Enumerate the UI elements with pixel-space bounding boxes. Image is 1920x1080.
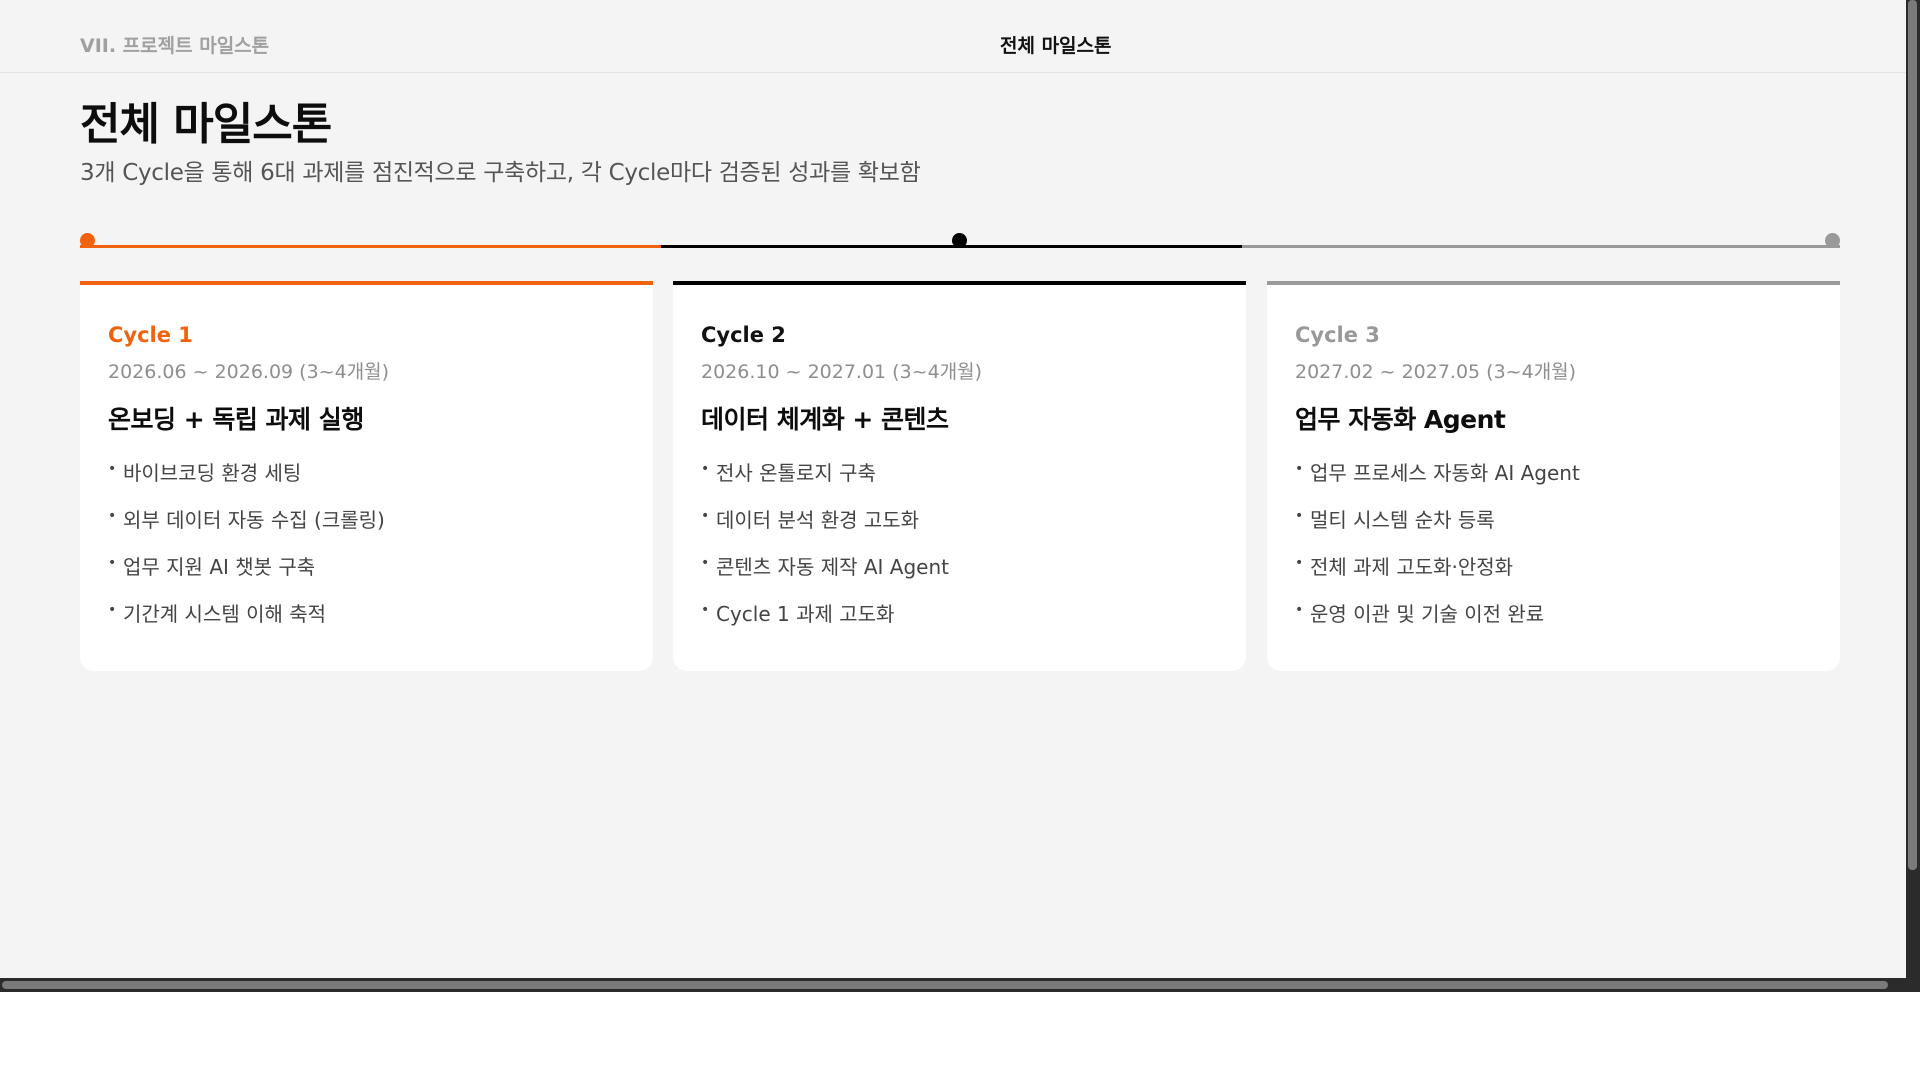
list-item: • 전사 온톨로지 구축 xyxy=(701,457,949,504)
list-item: • 데이터 분석 환경 고도화 xyxy=(701,504,949,551)
cycle-card-2: Cycle 2 2026.10 ~ 2027.01 (3~4개월) 데이터 체계… xyxy=(673,281,1246,671)
bullet-icon: • xyxy=(108,508,117,524)
cycle-label: Cycle 2 xyxy=(701,323,786,347)
cycle-heading: 데이터 체계화 + 콘텐츠 xyxy=(701,405,949,434)
cycle-period: 2026.06 ~ 2026.09 (3~4개월) xyxy=(108,361,390,383)
bullet-icon: • xyxy=(701,461,710,477)
list-item: • 업무 프로세스 자동화 AI Agent xyxy=(1295,457,1580,504)
list-item: • 바이브코딩 환경 세팅 xyxy=(108,457,385,504)
page-subtitle: 3개 Cycle을 통해 6대 과제를 점진적으로 구축하고, 각 Cycle마… xyxy=(80,160,921,186)
bullet-icon: • xyxy=(108,461,117,477)
cycle-task-list: • 바이브코딩 환경 세팅 • 외부 데이터 자동 수집 (크롤링) • 업무 지원 … xyxy=(108,457,385,645)
list-item-text: 전체 과제 고도화·안정화 xyxy=(1310,555,1514,579)
cycle-period: 2026.10 ~ 2027.01 (3~4개월) xyxy=(701,361,983,383)
cycle-card-1: Cycle 1 2026.06 ~ 2026.09 (3~4개월) 온보딩 + … xyxy=(80,281,653,671)
slide-viewport: VII. 프로젝트 마일스톤 전체 마일스톤 전체 마일스톤 3개 Cycle을… xyxy=(0,0,1906,978)
bullet-icon: • xyxy=(1295,555,1304,571)
list-item-text: 기간계 시스템 이해 축적 xyxy=(123,602,327,626)
page-title: 전체 마일스톤 xyxy=(80,99,332,150)
bullet-icon: • xyxy=(1295,602,1304,618)
cycle-heading: 업무 자동화 Agent xyxy=(1295,405,1506,434)
header-title: 전체 마일스톤 xyxy=(1000,35,1112,57)
horizontal-scrollbar-thumb[interactable] xyxy=(2,981,1888,989)
list-item-text: 외부 데이터 자동 수집 (크롤링) xyxy=(123,508,385,532)
bullet-icon: • xyxy=(701,602,710,618)
cycle-task-list: • 전사 온톨로지 구축 • 데이터 분석 환경 고도화 • 콘텐츠 자동 제작 AI… xyxy=(701,457,949,645)
cycle-task-list: • 업무 프로세스 자동화 AI Agent • 멀티 시스템 순차 등록 • 전체 … xyxy=(1295,457,1580,645)
timeline-segment-cycle2 xyxy=(661,245,1242,248)
list-item: • Cycle 1 과제 고도화 xyxy=(701,598,949,645)
list-item-text: 운영 이관 및 기술 이전 완료 xyxy=(1310,602,1545,626)
cycle-heading: 온보딩 + 독립 과제 실행 xyxy=(108,405,364,434)
timeline-dot-cycle3 xyxy=(1825,233,1840,248)
cycle-label: Cycle 1 xyxy=(108,323,193,347)
bullet-icon: • xyxy=(1295,461,1304,477)
bullet-icon: • xyxy=(701,555,710,571)
bullet-icon: • xyxy=(1295,508,1304,524)
list-item-text: 전사 온톨로지 구축 xyxy=(716,461,876,485)
cycle-period: 2027.02 ~ 2027.05 (3~4개월) xyxy=(1295,361,1577,383)
list-item-text: 멀티 시스템 순차 등록 xyxy=(1310,508,1495,532)
timeline-segment-cycle3 xyxy=(1242,245,1840,248)
cycle-card-3: Cycle 3 2027.02 ~ 2027.05 (3~4개월) 업무 자동화… xyxy=(1267,281,1840,671)
bullet-icon: • xyxy=(108,555,117,571)
timeline-segment-cycle1 xyxy=(80,245,661,248)
list-item: • 외부 데이터 자동 수집 (크롤링) xyxy=(108,504,385,551)
top-bar: VII. 프로젝트 마일스톤 전체 마일스톤 xyxy=(0,0,1906,73)
list-item-text: 콘텐츠 자동 제작 AI Agent xyxy=(716,555,950,579)
timeline-dot-cycle1 xyxy=(80,233,95,248)
bullet-icon: • xyxy=(108,602,117,618)
list-item-text: 업무 지원 AI 챗봇 구축 xyxy=(123,555,316,579)
list-item-text: 데이터 분석 환경 고도화 xyxy=(716,508,920,532)
list-item: • 운영 이관 및 기술 이전 완료 xyxy=(1295,598,1580,645)
list-item: • 기간계 시스템 이해 축적 xyxy=(108,598,385,645)
list-item-text: 바이브코딩 환경 세팅 xyxy=(123,461,302,485)
list-item: • 업무 지원 AI 챗봇 구축 xyxy=(108,551,385,598)
list-item-text: Cycle 1 과제 고도화 xyxy=(716,602,895,626)
list-item: • 콘텐츠 자동 제작 AI Agent xyxy=(701,551,949,598)
list-item: • 멀티 시스템 순차 등록 xyxy=(1295,504,1580,551)
section-label: VII. 프로젝트 마일스톤 xyxy=(80,35,270,57)
vertical-scrollbar-thumb[interactable] xyxy=(1908,0,1917,870)
list-item: • 전체 과제 고도화·안정화 xyxy=(1295,551,1580,598)
timeline-dot-cycle2 xyxy=(952,233,967,248)
bullet-icon: • xyxy=(701,508,710,524)
list-item-text: 업무 프로세스 자동화 AI Agent xyxy=(1310,461,1580,485)
milestone-timeline xyxy=(80,230,1840,250)
cycle-label: Cycle 3 xyxy=(1295,323,1380,347)
